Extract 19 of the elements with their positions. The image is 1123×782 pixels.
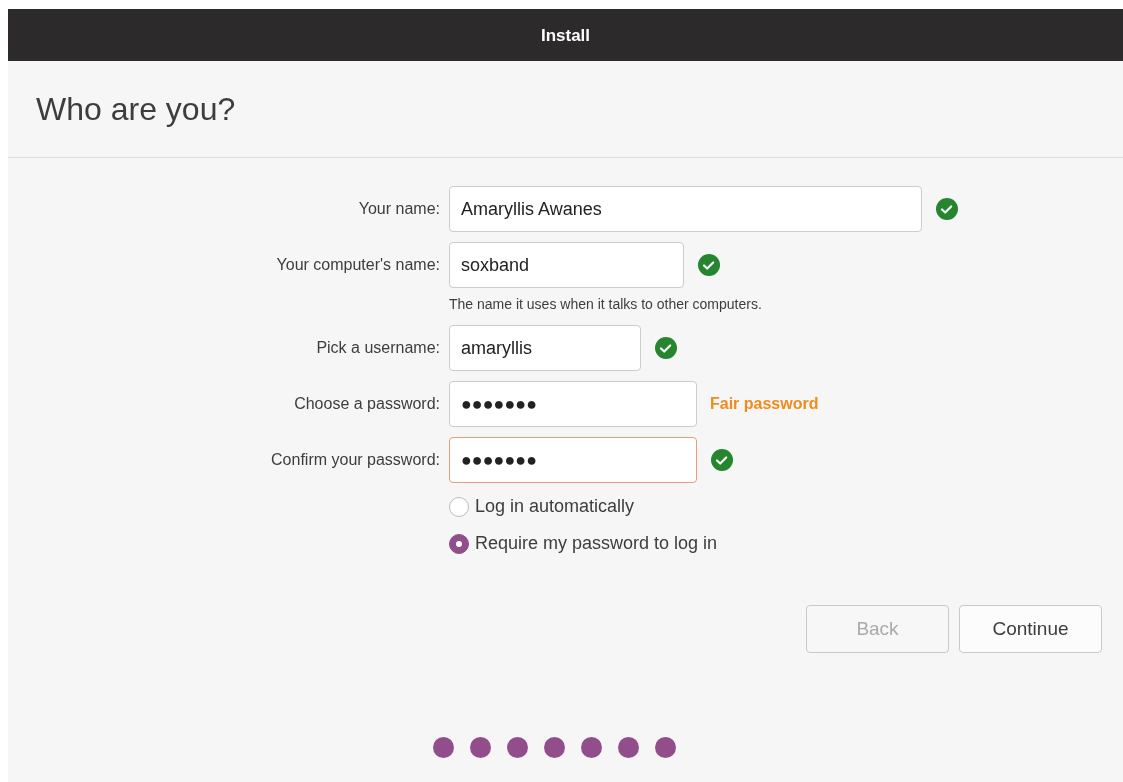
field-label: Pick a username: — [315, 338, 440, 358]
radio-button[interactable] — [449, 496, 469, 517]
input-field[interactable]: amaryllis — [449, 325, 641, 371]
page-heading: Who are you? — [36, 89, 236, 129]
hint-text: The name it uses when it talks to other computers. — [449, 296, 762, 312]
radio-label: Log in automatically — [475, 495, 635, 518]
input-field[interactable]: Amaryllis Awanes — [449, 186, 922, 232]
input-field[interactable]: ●●●●●●● — [449, 381, 697, 427]
radio-label: Require my password to log in — [475, 532, 718, 555]
continue-button[interactable]: Continue — [959, 605, 1102, 653]
field-label: Your computer's name: — [275, 255, 440, 275]
window-title: Install — [540, 25, 591, 48]
field-label: Choose a password: — [293, 394, 440, 414]
password-strength: Fair password — [710, 394, 819, 414]
field-label: Your name: — [357, 199, 440, 219]
field-label: Confirm your password: — [270, 450, 440, 470]
radio-button[interactable] — [449, 533, 469, 554]
input-field[interactable]: soxband — [449, 242, 684, 288]
input-field[interactable]: ●●●●●●● — [449, 437, 697, 483]
